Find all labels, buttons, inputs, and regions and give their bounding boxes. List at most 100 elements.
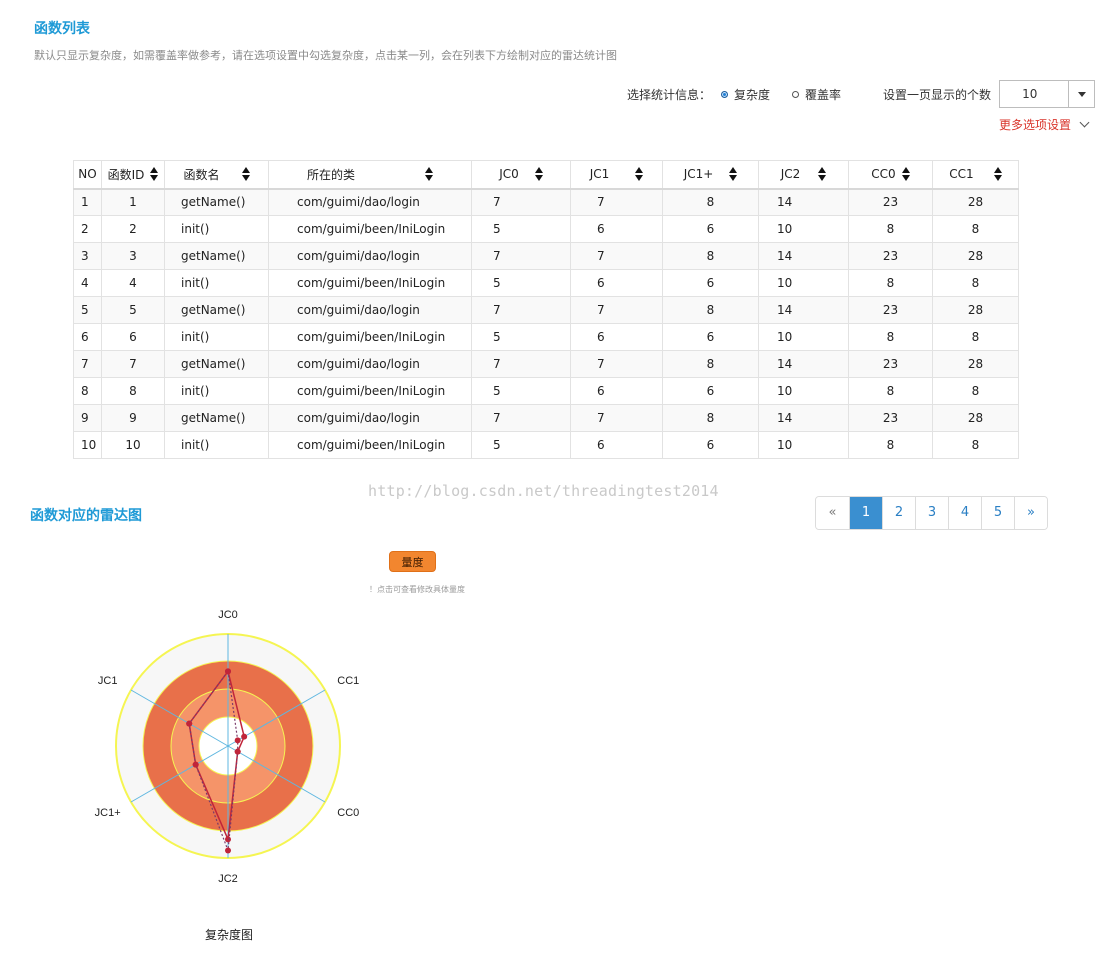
cell-jc1plus: 6 [662,269,759,297]
cell-no: 3 [73,242,102,270]
caret-down-icon[interactable] [1068,81,1094,107]
col-header-jc1[interactable]: JC1 [570,160,663,190]
table-row[interactable]: 1 1 getName() com/guimi/dao/login 7 7 8 14 23 28 [73,188,1019,216]
cell-cc1: 28 [932,242,1019,270]
cell-jc2: 10 [758,377,849,405]
col-header-class[interactable]: 所在的类 [268,160,472,190]
cell-id: 4 [101,269,165,297]
cell-function-name: init() [164,431,269,459]
cell-jc1plus: 8 [662,350,759,378]
cell-no: 1 [73,188,102,216]
cell-jc0: 5 [471,323,571,351]
sort-icon[interactable] [729,167,738,182]
radar-point[interactable] [241,733,248,740]
radar-axis-label: JC1 [98,675,118,687]
pagination-page-5[interactable]: 5 [981,497,1014,529]
radar-axis-label: CC1 [337,675,359,687]
cell-jc2: 10 [758,269,849,297]
sort-icon[interactable] [150,167,159,182]
cell-jc1plus: 8 [662,404,759,432]
sort-icon[interactable] [635,167,644,182]
table-row[interactable]: 9 9 getName() com/guimi/dao/login 7 7 8 14 23 28 [73,404,1019,432]
cell-jc2: 14 [758,296,849,324]
cell-cc1: 8 [932,377,1019,405]
cell-jc1: 7 [570,242,663,270]
pagination-page-3[interactable]: 3 [915,497,948,529]
cell-class: com/guimi/been/IniLogin [268,377,472,405]
chevron-down-icon [1079,117,1090,128]
cell-jc1: 6 [570,323,663,351]
sort-icon[interactable] [241,167,250,182]
cell-jc0: 5 [471,215,571,243]
cell-cc0: 23 [848,404,933,432]
cell-jc2: 10 [758,215,849,243]
dimension-hint: ！点击可查看修改具体量度 [369,585,465,594]
sort-icon[interactable] [818,167,827,182]
cell-cc0: 8 [848,269,933,297]
radio-coverage[interactable]: 覆盖率 [792,86,841,103]
radar-point[interactable] [234,748,241,755]
cell-jc2: 14 [758,350,849,378]
page-size-label: 设置一页显示的个数 [883,87,992,102]
cell-id: 2 [101,215,165,243]
pagination-prev[interactable]: « [816,497,849,529]
dimension-button[interactable]: 量度 [389,551,436,572]
radar-point[interactable] [225,847,231,854]
pagination-page-4[interactable]: 4 [948,497,981,529]
table-row[interactable]: 7 7 getName() com/guimi/dao/login 7 7 8 14 23 28 [73,350,1019,378]
col-header-jc0[interactable]: JC0 [471,160,571,190]
table-row[interactable]: 8 8 init() com/guimi/been/IniLogin 5 6 6 10 8 8 [73,377,1019,405]
col-header-cc0[interactable]: CC0 [848,160,933,190]
radar-point[interactable] [192,761,199,768]
cell-jc0: 7 [471,296,571,324]
cell-jc1plus: 8 [662,296,759,324]
radar-axis-label: JC2 [218,873,238,885]
radar-point[interactable] [186,720,193,727]
cell-no: 10 [73,431,102,459]
cell-id: 10 [101,431,165,459]
radar-point[interactable] [225,836,231,843]
col-header-id[interactable]: 函数ID [101,160,165,190]
col-header-jc1plus[interactable]: JC1+ [662,160,759,190]
table-row[interactable]: 10 10 init() com/guimi/been/IniLogin 5 6 6 10 8 8 [73,431,1019,459]
radio-complexity-label: 复杂度 [734,87,771,102]
table-row[interactable]: 3 3 getName() com/guimi/dao/login 7 7 8 14 23 28 [73,242,1019,270]
cell-jc0: 7 [471,404,571,432]
more-settings-link[interactable]: 更多选项设置 [999,116,1090,133]
page-size-select[interactable]: 10 [999,80,1096,108]
radar-point[interactable] [225,668,231,675]
pagination-next[interactable]: » [1014,497,1047,529]
radar-caption: 复杂度图 [205,928,254,942]
cell-cc1: 8 [932,215,1019,243]
cell-id: 7 [101,350,165,378]
radio-complexity[interactable]: 复杂度 [721,86,770,103]
table-row[interactable]: 5 5 getName() com/guimi/dao/login 7 7 8 14 23 28 [73,296,1019,324]
page-title: 函数列表 [34,21,90,37]
table-row[interactable]: 2 2 init() com/guimi/been/IniLogin 5 6 6 10 8 8 [73,215,1019,243]
pagination-page-1[interactable]: 1 [849,497,882,529]
radar-axis-label: JC0 [218,609,238,621]
sort-icon[interactable] [425,167,433,182]
sort-icon[interactable] [993,167,1002,182]
col-header-cc1[interactable]: CC1 [932,160,1019,190]
cell-id: 9 [101,404,165,432]
col-header-no[interactable]: NO [73,160,102,190]
radar-point[interactable] [234,737,241,744]
cell-jc2: 10 [758,323,849,351]
cell-cc0: 8 [848,377,933,405]
cell-no: 9 [73,404,102,432]
sort-icon[interactable] [901,167,910,182]
cell-jc1: 6 [570,269,663,297]
col-header-name[interactable]: 函数名 [164,160,269,190]
cell-class: com/guimi/dao/login [268,242,472,270]
cell-cc1: 28 [932,350,1019,378]
table-row[interactable]: 6 6 init() com/guimi/been/IniLogin 5 6 6 10 8 8 [73,323,1019,351]
col-header-jc2[interactable]: JC2 [758,160,849,190]
pagination-page-2[interactable]: 2 [882,497,915,529]
cell-jc1: 7 [570,188,663,216]
cell-function-name: getName() [164,188,269,216]
table-row[interactable]: 4 4 init() com/guimi/been/IniLogin 5 6 6 10 8 8 [73,269,1019,297]
cell-cc1: 28 [932,404,1019,432]
cell-jc1plus: 6 [662,431,759,459]
sort-icon[interactable] [534,167,543,182]
